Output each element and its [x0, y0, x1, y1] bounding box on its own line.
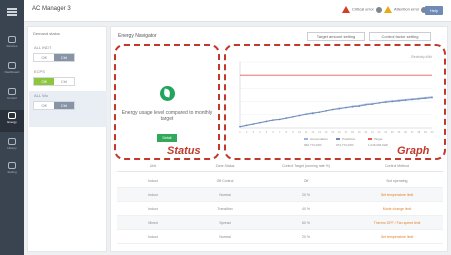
nav-label: Energy [7, 120, 17, 124]
status-highlight [114, 44, 220, 160]
nav-item-control[interactable]: Control [0, 86, 24, 108]
column-header: Zone Status [215, 164, 235, 168]
table-cell: Thermo OFF / Fan speed limit [373, 221, 421, 225]
group-label: ECPS [34, 69, 45, 74]
energy-icon [8, 112, 16, 119]
table-row[interactable]: Indoor Normal 20 % Set temperature limit [117, 188, 443, 202]
attention-alarm-label: Attention error [394, 6, 420, 12]
control-setting-button[interactable]: Control factor setting [369, 32, 431, 41]
side-nav: Devices Dashboard Control Energy History… [0, 0, 24, 255]
status-annotation: Status [167, 145, 201, 157]
table-header: Unit Zone Status Control Target (running… [117, 160, 443, 172]
nav-label: History [7, 146, 17, 150]
table-cell: Transition [217, 207, 233, 211]
table-cell: Indoor [148, 179, 158, 183]
table-row[interactable]: Indoor Off Control Off Not operating [117, 174, 443, 188]
table-cell: Set temperature limit [380, 235, 414, 239]
table-row[interactable]: Mixed Spread 60 % Thermo OFF / Fan speed… [117, 216, 443, 230]
history-icon [8, 138, 16, 145]
group-toggle[interactable]: Off Ctrl [33, 101, 75, 110]
group-label: ALL INDT [34, 45, 52, 50]
group-toggle[interactable]: Off Ctrl [33, 53, 75, 62]
nav-item-devices[interactable]: Devices [0, 34, 24, 56]
nav-item-setting[interactable]: Setting [0, 160, 24, 182]
nav-item-energy[interactable]: Energy [0, 110, 24, 132]
demand-status-panel: Demand status ALL INDT Off Ctrl ECPS Off… [27, 26, 107, 252]
table-cell: Off Control [216, 179, 234, 183]
target-setting-button[interactable]: Target amount setting [307, 32, 365, 41]
table-cell: Normal [219, 235, 231, 239]
status-dot-icon [375, 6, 382, 13]
group-toggle[interactable]: Off Ctrl [33, 77, 75, 86]
toggle-on[interactable]: Ctrl [54, 54, 74, 61]
nav-item-history[interactable]: History [0, 136, 24, 158]
attention-alarm[interactable]: Attention error [384, 6, 428, 13]
nav-item-dashboard[interactable]: Dashboard [0, 60, 24, 82]
toggle-on[interactable]: Ctrl [54, 78, 74, 85]
attention-warning-icon [384, 6, 392, 13]
table-row[interactable]: Indoor Normal 20 % Set temperature limit [117, 230, 443, 244]
top-bar: AC Manager 3 Critical error Attention er… [24, 0, 451, 22]
nav-label: Control [7, 96, 17, 100]
menu-icon[interactable] [7, 8, 17, 16]
nav-label: Setting [7, 170, 17, 174]
toggle-off[interactable]: Off [34, 54, 54, 61]
table-row[interactable]: Indoor Transition 40 % Mode change limit [117, 202, 443, 216]
panel-heading: Demand status [33, 31, 60, 36]
dashboard-icon [8, 62, 16, 69]
table-cell: Indoor [148, 235, 158, 239]
critical-alarm[interactable]: Critical error [342, 6, 382, 13]
table-cell: Spread [219, 221, 231, 225]
nav-label: Devices [6, 44, 18, 48]
nav-label: Dashboard [4, 70, 20, 74]
column-header: Control Target (running rate %) [282, 164, 330, 168]
panel-title: Energy Navigator [118, 33, 157, 39]
control-icon [8, 88, 16, 95]
table-cell: 60 % [302, 221, 310, 225]
help-button[interactable]: Help [425, 6, 443, 15]
table-cell: Normal [219, 193, 231, 197]
table-cell: Set temperature limit [380, 193, 414, 197]
table-cell: Mixed [148, 221, 158, 225]
table-cell: Not operating [386, 179, 408, 183]
graph-highlight [224, 44, 446, 160]
table-cell: 20 % [302, 235, 310, 239]
column-header: Unit [149, 164, 157, 168]
toggle-off[interactable]: Off [34, 102, 54, 109]
setting-icon [8, 162, 16, 169]
group-label: ALL Wo [34, 93, 49, 98]
app-title: AC Manager 3 [32, 6, 71, 12]
table-cell: Off [303, 179, 309, 183]
graph-annotation: Graph [397, 145, 430, 157]
table-cell: Mode change limit [382, 207, 412, 211]
critical-alarm-label: Critical error [352, 6, 374, 12]
table-cell: Indoor [148, 193, 158, 197]
app-window: Devices Dashboard Control Energy History… [0, 0, 451, 255]
critical-warning-icon [342, 6, 350, 13]
table-cell: 20 % [302, 193, 310, 197]
toggle-off[interactable]: Off [34, 78, 54, 85]
column-header: Control Method [385, 164, 409, 168]
table-cell: 40 % [302, 207, 310, 211]
devices-icon [8, 36, 16, 43]
energy-navigator-panel: Energy Navigator Target amount setting C… [110, 26, 448, 252]
table-cell: Indoor [148, 207, 158, 211]
toggle-on[interactable]: Ctrl [54, 102, 74, 109]
